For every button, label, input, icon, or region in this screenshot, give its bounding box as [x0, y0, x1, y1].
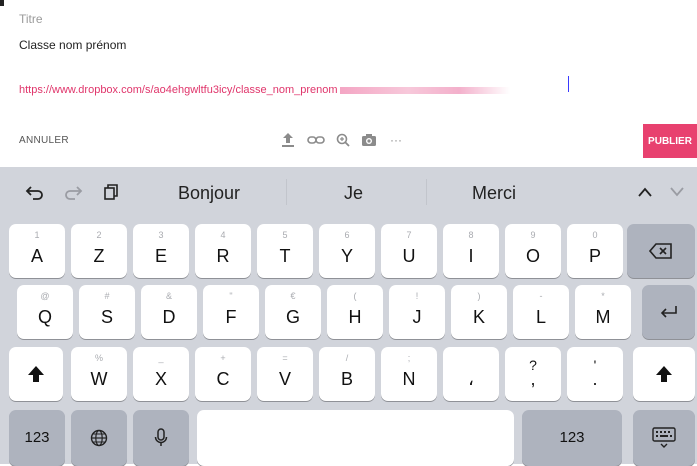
shift-icon	[633, 347, 695, 401]
text-cursor	[568, 76, 569, 92]
url-redaction	[339, 86, 510, 94]
url-field[interactable]: https://www.dropbox.com/s/ao4ehgwltfu3ic…	[19, 84, 510, 96]
key-d[interactable]: & D	[141, 285, 197, 339]
return-icon	[642, 285, 695, 339]
key-h[interactable]: (H	[327, 285, 383, 339]
shift-icon	[9, 347, 63, 401]
key-b[interactable]: / B	[319, 347, 375, 401]
numbers-key-right[interactable]: 123	[522, 410, 622, 466]
suggestion-divider	[286, 179, 287, 205]
prediction-bar: Bonjour Je Merci	[0, 167, 697, 219]
key-comma[interactable]: ?,	[505, 347, 561, 401]
upload-icon[interactable]	[278, 130, 298, 150]
key-i[interactable]: 8I	[443, 224, 499, 278]
shift-key-right[interactable]	[633, 347, 695, 401]
space-bar[interactable]	[197, 410, 514, 466]
key-p[interactable]: 0P	[567, 224, 623, 278]
key-apostrophe-low[interactable]: ،	[443, 347, 499, 401]
suggestion-1[interactable]: Bonjour	[178, 183, 240, 204]
title-field[interactable]: Classe nom prénom	[19, 38, 126, 52]
compose-area: Titre Classe nom prénom https://www.drop…	[0, 0, 697, 158]
key-k[interactable]: ) K	[451, 285, 507, 339]
url-text: https://www.dropbox.com/s/ao4ehgwltfu3ic…	[19, 84, 338, 96]
dictation-key[interactable]	[133, 410, 189, 466]
camera-icon[interactable]	[359, 130, 379, 150]
key-v[interactable]: = V	[257, 347, 313, 401]
chevron-up-icon[interactable]	[632, 179, 658, 205]
key-w[interactable]: % W	[71, 347, 127, 401]
key-j[interactable]: ! J	[389, 285, 445, 339]
key-z[interactable]: 2Z	[71, 224, 127, 278]
action-bar: ANNULER ··· PUBLIER	[0, 124, 697, 158]
numbers-key-left[interactable]: 123	[9, 410, 65, 466]
key-l[interactable]: -L	[513, 285, 569, 339]
key-q[interactable]: @ Q	[17, 285, 73, 339]
key-f[interactable]: " F	[203, 285, 259, 339]
key-u[interactable]: 7U	[381, 224, 437, 278]
key-m[interactable]: * M	[575, 285, 631, 339]
return-key[interactable]	[642, 285, 695, 339]
globe-icon	[71, 410, 127, 466]
title-label: Titre	[19, 12, 43, 26]
key-n[interactable]: ; N	[381, 347, 437, 401]
redo-icon[interactable]	[60, 179, 86, 205]
keyboard-hide-icon	[633, 410, 695, 466]
corner-mark	[0, 0, 4, 6]
globe-key[interactable]	[71, 410, 127, 466]
key-a[interactable]: 1A	[9, 224, 65, 278]
key-r[interactable]: 4R	[195, 224, 251, 278]
dismiss-keyboard-key[interactable]	[633, 410, 695, 466]
link-icon[interactable]	[306, 130, 326, 150]
suggestion-3[interactable]: Merci	[472, 183, 516, 204]
shift-key-left[interactable]	[9, 347, 63, 401]
undo-icon[interactable]	[22, 179, 48, 205]
backspace-icon	[627, 224, 695, 278]
more-icon[interactable]: ···	[386, 130, 406, 150]
key-x[interactable]: _ X	[133, 347, 189, 401]
clipboard-icon[interactable]	[98, 179, 124, 205]
key-g[interactable]: € G	[265, 285, 321, 339]
key-y[interactable]: 6Y	[319, 224, 375, 278]
key-period[interactable]: '.	[567, 347, 623, 401]
backspace-key[interactable]	[627, 224, 695, 278]
publish-button[interactable]: PUBLIER	[643, 124, 697, 158]
chevron-down-icon[interactable]	[664, 179, 690, 205]
key-c[interactable]: + C	[195, 347, 251, 401]
suggestion-divider	[426, 179, 427, 205]
microphone-icon	[133, 410, 189, 466]
zoom-icon[interactable]	[333, 130, 353, 150]
key-o[interactable]: 9O	[505, 224, 561, 278]
suggestion-2[interactable]: Je	[344, 183, 363, 204]
key-t[interactable]: 5T	[257, 224, 313, 278]
key-s[interactable]: # S	[79, 285, 135, 339]
key-e[interactable]: 3E	[133, 224, 189, 278]
cancel-button[interactable]: ANNULER	[19, 135, 69, 146]
